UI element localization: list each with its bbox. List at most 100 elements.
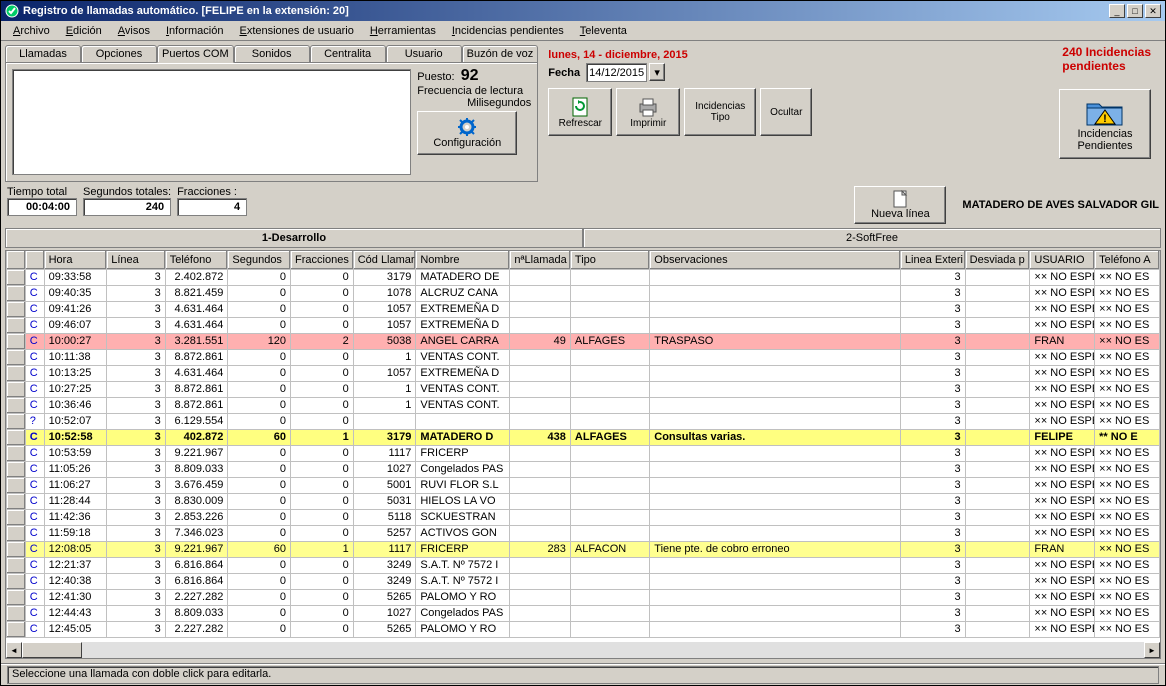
- menu-incidencias-pendientes[interactable]: Incidencias pendientes: [444, 23, 572, 39]
- table-row[interactable]: C09:33:5832.402.872003179MATADERO DE3×× …: [7, 269, 1160, 285]
- ms-label: Milisegundos: [417, 97, 531, 109]
- printer-icon: [637, 96, 659, 118]
- col-Nombre[interactable]: Nombre: [416, 251, 510, 269]
- scroll-left-icon[interactable]: ◄: [6, 642, 22, 658]
- menu-televenta[interactable]: Televenta: [572, 23, 635, 39]
- com-output-box: [12, 69, 411, 175]
- col-Tipo[interactable]: Tipo: [570, 251, 649, 269]
- close-button[interactable]: ✕: [1145, 4, 1161, 18]
- col-Hora[interactable]: Hora: [44, 251, 107, 269]
- page-tab-usuario[interactable]: Usuario: [386, 45, 462, 63]
- menu-archivo[interactable]: Archivo: [5, 23, 58, 39]
- table-row[interactable]: C11:05:2638.809.033001027Congelados PAS3…: [7, 461, 1160, 477]
- config-button[interactable]: Configuración: [417, 111, 517, 155]
- fecha-input[interactable]: 14/12/2015: [586, 63, 647, 82]
- col-nªLlamada[interactable]: nªLlamada: [510, 251, 571, 269]
- col-Teléfono[interactable]: Teléfono: [165, 251, 228, 269]
- fecha-label: Fecha: [548, 67, 580, 79]
- window-title: Registro de llamadas automático. [FELIPE…: [23, 5, 1109, 17]
- menu-herramientas[interactable]: Herramientas: [362, 23, 444, 39]
- table-row[interactable]: C10:27:2538.872.861001VENTAS CONT.3×× NO…: [7, 381, 1160, 397]
- menubar: ArchivoEdiciónAvisosInformaciónExtension…: [1, 21, 1165, 41]
- page-tabs: LlamadasOpcionesPuertos COMSonidosCentra…: [5, 45, 538, 63]
- app-icon: [5, 4, 19, 18]
- freq-label: Frecuencia de lectura: [417, 85, 531, 97]
- incidencias-alert: 240 Incidencias pendientes: [1062, 45, 1151, 74]
- puesto-label: Puesto:: [417, 71, 454, 83]
- page-tab-centralita[interactable]: Centralita: [310, 45, 386, 63]
- nueva-linea-button[interactable]: Nueva línea: [854, 186, 946, 224]
- table-row[interactable]: C11:28:4438.830.009005031HIELOS LA VO3××…: [7, 493, 1160, 509]
- table-row[interactable]: C10:36:4638.872.861001VENTAS CONT.3×× NO…: [7, 397, 1160, 413]
- status-text: Seleccione una llamada con doble click p…: [7, 666, 1159, 684]
- fecha-dropdown-button[interactable]: ▾: [649, 63, 665, 81]
- tiempo-value: 00:04:00: [7, 198, 77, 216]
- table-row[interactable]: C09:40:3538.821.459001078ALCRUZ CANA3×× …: [7, 285, 1160, 301]
- table-row[interactable]: C09:46:0734.631.464001057EXTREMEÑA D3×× …: [7, 317, 1160, 333]
- table-row[interactable]: C11:59:1837.346.023005257ACTIVOS GON3×× …: [7, 525, 1160, 541]
- page-tab-puertos-com[interactable]: Puertos COM: [157, 45, 234, 63]
- col-Desviada p[interactable]: Desviada p: [965, 251, 1030, 269]
- table-row[interactable]: C09:41:2634.631.464001057EXTREMEÑA D3×× …: [7, 301, 1160, 317]
- page-tab-sonidos[interactable]: Sonidos: [234, 45, 310, 63]
- chevron-down-icon: ▾: [650, 64, 664, 80]
- table-row[interactable]: C11:06:2733.676.459005001RUVI FLOR S.L3×…: [7, 477, 1160, 493]
- page-tab-llamadas[interactable]: Llamadas: [5, 45, 81, 63]
- horizontal-scrollbar[interactable]: ◄ ►: [6, 642, 1160, 658]
- gear-icon: [457, 117, 477, 137]
- menu-extensiones-de-usuario[interactable]: Extensiones de usuario: [231, 23, 361, 39]
- table-row[interactable]: C12:45:0532.227.282005265PALOMO Y RO3×× …: [7, 621, 1160, 637]
- table-row[interactable]: ?10:52:0736.129.554003×× NO ESPE×× NO ES: [7, 413, 1160, 429]
- incidencias-pendientes-button[interactable]: ! Incidencias Pendientes: [1059, 89, 1151, 159]
- col-Linea Exteri[interactable]: Linea Exteri: [900, 251, 965, 269]
- table-row[interactable]: C10:13:2534.631.464001057EXTREMEÑA D3×× …: [7, 365, 1160, 381]
- table-row[interactable]: C11:42:3632.853.226005118SCKUESTRAN3×× N…: [7, 509, 1160, 525]
- refrescar-button[interactable]: Refrescar: [548, 88, 612, 136]
- tab-desarrollo[interactable]: 1-Desarrollo: [5, 228, 583, 248]
- col-idx1[interactable]: [25, 251, 44, 269]
- table-row[interactable]: C10:52:583402.8726013179MATADERO D438ALF…: [7, 429, 1160, 445]
- calls-grid: HoraLíneaTeléfonoSegundosFraccionesCód L…: [5, 250, 1161, 659]
- page-tab-buzón-de-voz[interactable]: Buzón de voz: [462, 45, 539, 63]
- svg-text:!: !: [1103, 113, 1107, 125]
- col-Fracciones[interactable]: Fracciones: [291, 251, 354, 269]
- col-Cód Llamar[interactable]: Cód Llamar: [353, 251, 416, 269]
- table-row[interactable]: C12:44:4338.809.033001027Congelados PAS3…: [7, 605, 1160, 621]
- col-USUARIO[interactable]: USUARIO: [1030, 251, 1095, 269]
- table-row[interactable]: C12:08:0539.221.9676011117FRICERP283ALFA…: [7, 541, 1160, 557]
- col-Segundos[interactable]: Segundos: [228, 251, 291, 269]
- maximize-button[interactable]: □: [1127, 4, 1143, 18]
- folder-warning-icon: !: [1085, 96, 1125, 128]
- col-Línea[interactable]: Línea: [107, 251, 165, 269]
- table-row[interactable]: C10:11:3838.872.861001VENTAS CONT.3×× NO…: [7, 349, 1160, 365]
- menu-avisos[interactable]: Avisos: [110, 23, 158, 39]
- tab-softfree[interactable]: 2-SoftFree: [583, 228, 1161, 248]
- table-row[interactable]: C12:21:3736.816.864003249S.A.T. Nº 7572 …: [7, 557, 1160, 573]
- refresh-icon: [569, 96, 591, 118]
- titlebar: Registro de llamadas automático. [FELIPE…: [1, 1, 1165, 21]
- table-row[interactable]: C12:41:3032.227.282005265PALOMO Y RO3×× …: [7, 589, 1160, 605]
- puesto-value: 92: [461, 67, 479, 84]
- incidencias-tipo-button[interactable]: Incidencias Tipo: [684, 88, 756, 136]
- table-row[interactable]: C10:53:5939.221.967001117FRICERP3×× NO E…: [7, 445, 1160, 461]
- company-name: MATADERO DE AVES SALVADOR GIL: [962, 199, 1159, 211]
- fracciones-value: 4: [177, 198, 247, 216]
- table-row[interactable]: C12:40:3836.816.864003249S.A.T. Nº 7572 …: [7, 573, 1160, 589]
- scroll-right-icon[interactable]: ►: [1144, 642, 1160, 658]
- ocultar-button[interactable]: Ocultar: [760, 88, 812, 136]
- new-doc-icon: [892, 190, 908, 208]
- page-tab-opciones[interactable]: Opciones: [81, 45, 157, 63]
- segundos-label: Segundos totales:: [83, 186, 171, 198]
- tiempo-label: Tiempo total: [7, 186, 77, 198]
- col-Teléfono A[interactable]: Teléfono A: [1095, 251, 1160, 269]
- menu-información[interactable]: Información: [158, 23, 231, 39]
- segundos-value: 240: [83, 198, 171, 216]
- col-Observaciones[interactable]: Observaciones: [650, 251, 901, 269]
- fracciones-label: Fracciones :: [177, 186, 247, 198]
- minimize-button[interactable]: _: [1109, 4, 1125, 18]
- table-row[interactable]: C10:00:2733.281.55112025038ANGEL CARRA49…: [7, 333, 1160, 349]
- col-idx0[interactable]: [7, 251, 26, 269]
- statusbar: Seleccione una llamada con doble click p…: [1, 663, 1165, 685]
- imprimir-button[interactable]: Imprimir: [616, 88, 680, 136]
- menu-edición[interactable]: Edición: [58, 23, 110, 39]
